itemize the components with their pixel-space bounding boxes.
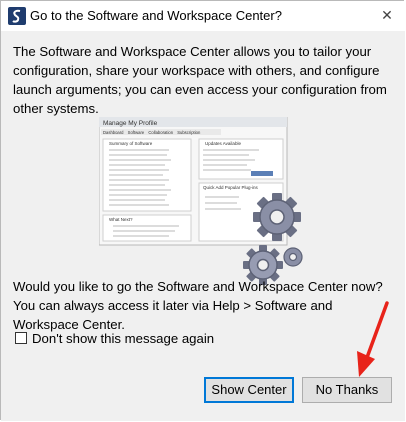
- illus-tab: Subscription: [177, 130, 201, 135]
- illus-what-next: What Next?: [109, 217, 133, 222]
- close-icon[interactable]: ✕: [369, 1, 405, 31]
- illus-tab: Dashboard: [103, 130, 124, 135]
- window-title: Go to the Software and Workspace Center?: [30, 8, 282, 23]
- title-bar: Go to the Software and Workspace Center?…: [1, 1, 405, 31]
- software-center-illustration: Manage My Profile Dashboard Software Col…: [99, 117, 303, 285]
- dialog-body: The Software and Workspace Center allows…: [1, 31, 405, 421]
- app-logo-icon: [8, 7, 26, 25]
- question-text: Would you like to go the Software and Wo…: [13, 279, 383, 332]
- illus-right-title: Updates Available: [205, 141, 241, 146]
- illus-left-title: Summary of Software: [109, 141, 153, 146]
- dialog-window: Go to the Software and Workspace Center?…: [0, 0, 405, 421]
- svg-text:Dashboard Software: Dashboard Software Collaboration Subscri…: [103, 130, 201, 135]
- dont-show-checkbox-label[interactable]: Don't show this message again: [32, 331, 214, 346]
- illus-header: Manage My Profile: [103, 120, 158, 127]
- red-arrow-annotation: [357, 301, 389, 377]
- no-thanks-button[interactable]: No Thanks: [302, 377, 392, 403]
- intro-text: The Software and Workspace Center allows…: [13, 44, 387, 116]
- show-center-button[interactable]: Show Center: [204, 377, 294, 403]
- illus-quick-title: Quick Add Popular Plug-ins: [203, 185, 259, 190]
- illus-tab: Collaboration: [148, 130, 173, 135]
- dont-show-checkbox[interactable]: [15, 332, 27, 344]
- screenshot-panel: Manage My Profile Dashboard Software Col…: [99, 117, 288, 246]
- illus-tab: Software: [128, 130, 145, 135]
